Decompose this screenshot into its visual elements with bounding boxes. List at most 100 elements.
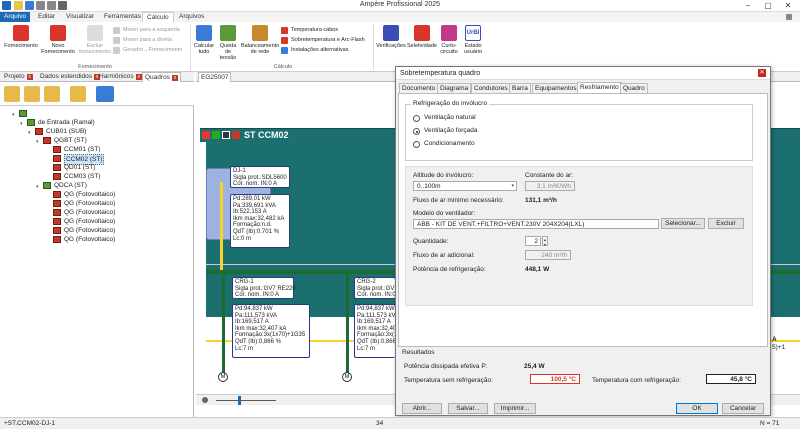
menu-ferramentas[interactable]: Ferramentas [100,12,145,22]
fluxo-adicional-field[interactable]: 240 m³/h [525,250,571,260]
menu-visualizar[interactable]: Visualizar [62,12,98,22]
excluir-fornecimento-button[interactable]: Excluir fornecimento [78,25,112,55]
panel-icon [53,155,61,162]
dj1-lc: Lc:0 m [233,235,252,242]
close-icon[interactable]: x [135,74,142,80]
curto-circuito-button[interactable]: Curto-circuito [438,25,460,55]
maximize-icon[interactable]: ▢ [758,0,778,12]
lock-icon[interactable] [24,86,40,102]
tree-label: QG (Fotovoltaico) [64,191,116,198]
salvar-button[interactable]: Salvar... [448,403,488,414]
tab-equipamentos[interactable]: Equipamentos [532,83,580,93]
selecionar-button[interactable]: Selecionar... [661,218,705,229]
tab-projeto[interactable]: Projeto x [2,72,35,82]
radio-forcada[interactable] [413,128,420,135]
unlock-all-icon[interactable] [70,86,86,102]
tab-documento[interactable]: Documento [399,83,439,93]
dj1-card-results[interactable]: Pd:289,01 kW Pa:339,691 kVA Ib:522,153 A… [230,194,290,248]
crg2-pa: Pa:111,573 kVA [357,312,400,319]
mover-direita-button[interactable]: Mover para a direita [113,36,172,45]
dj1-pd: Pd:289,01 kW [233,196,271,202]
tab-diagrama[interactable]: Diagrama [437,83,472,93]
close-icon[interactable]: ✕ [778,0,798,12]
menu-arquivo[interactable]: Arquivo [0,12,31,22]
tab-quadro[interactable]: Quadro [620,83,648,93]
calcular-tudo-button[interactable]: Calcular tudo [193,25,215,55]
ok-button[interactable]: OK [676,403,718,414]
minimize-icon[interactable]: – [738,0,758,12]
excluir-button[interactable]: Excluir [708,218,744,229]
crg1-card-header[interactable]: CRG-1 Sigla prot.:GV7 RE220 Cor. nom. IN… [232,277,296,299]
pv-icon [53,218,61,225]
temp-com-field: 45,8 °C [706,374,756,384]
sobretemperatura-button[interactable]: Sobretemperatura e Arc-Flash [281,36,365,45]
tab-dados-estendidos[interactable]: Dados estendidos x [38,72,102,82]
fornecimento-label: Fornecimento [4,43,38,49]
box-icon [222,131,230,139]
altitude-select[interactable]: 0..100m ▾ [413,181,517,191]
temp-sem-field: 100,5 °C [530,374,580,384]
dj1-card-header[interactable]: DJ-1 Sigla prot.:SDL5600 Cor. nom. IN:0 … [230,166,290,188]
temperatura-cabos-button[interactable]: Temperatura cabos [281,26,338,35]
close-icon[interactable]: x [26,74,33,80]
instalacoes-alternativas-button[interactable]: Instalações alternativas [281,46,348,55]
estado-usuario-button[interactable]: UrBI Estado usuário [461,25,485,55]
crg1-ikm: Ikm max:32,407 kA [235,325,287,332]
crg2-card-header[interactable]: CRG-2 Sigla prot.:GV7 Cor. nom. IN:0 A [354,277,401,299]
menu-arquivos[interactable]: Arquivos [175,12,208,22]
imprimir-button[interactable]: Imprimir... [494,403,536,414]
tab-harmonicos[interactable]: Harmônicos x [97,72,144,82]
gerador-fornecimento-button[interactable]: Gerador→Fornecimento [113,46,182,55]
crg1-formacao: Formação:3x(1x70)+1G35 [235,332,306,339]
mover-esquerda-button[interactable]: Mover para a esquerda [113,26,180,35]
zoom-slider-handle[interactable] [238,396,241,405]
balanceamento-button[interactable]: Balanceamento de rede [241,25,279,55]
queda-tensao-button[interactable]: Queda de tensão [216,25,240,61]
novo-fornecimento-button[interactable]: Novo Fornecimento [40,25,76,55]
quantity-stepper[interactable]: ▴ ▾ [542,236,548,247]
constante-field[interactable]: 3,1 m³K/Wh [525,181,575,191]
zoom-slider-track[interactable] [216,400,276,401]
collapse-icon[interactable]: ▾ [36,183,39,192]
feeder-line-1 [222,274,225,374]
delete-supply-icon [87,25,103,41]
ribbon-options-icon[interactable] [786,14,792,20]
print-icon[interactable] [96,86,114,102]
verificacoes-button[interactable]: Verificações [376,25,406,49]
crg2-sigla: Sigla prot.:GV7 [357,285,398,292]
modelo-label: Modelo do ventilador: [413,210,476,217]
modelo-field[interactable]: ABB - KIT DE VENT.+FILTRO+VENT.230V 204X… [413,219,659,229]
close-icon[interactable]: x [171,75,178,81]
crg2-card-results[interactable]: Pd:94,837 kW Pa:111,573 kVA Ib:169,517 A… [354,304,400,358]
pv-icon [53,191,61,198]
tab-drawing[interactable]: EG25007 [198,72,232,82]
tab-quadros[interactable]: Quadros x [142,72,181,82]
menu-calculo[interactable]: Cálculo [142,12,174,22]
menu-editar[interactable]: Editar [34,12,59,22]
collapse-icon[interactable]: ▾ [28,129,31,138]
collapse-icon[interactable]: ▾ [12,111,15,120]
quantidade-field[interactable]: 2 [525,236,541,246]
collapse-icon[interactable]: ▾ [36,138,39,147]
collapse-icon[interactable]: ▾ [20,120,23,129]
zoom-icon[interactable] [202,397,208,403]
tab-barra[interactable]: Barra [509,83,531,93]
crg2-qdt: QdT (Ib):0,866 [357,338,396,345]
close-icon[interactable]: ✕ [758,69,766,77]
feeder-line-2 [346,274,349,374]
cancelar-button[interactable]: Cancelar [722,403,764,414]
seletividade-button[interactable]: Seletividade [407,25,437,49]
fornecimento-button[interactable]: Fornecimento [4,25,38,49]
radio-condicionamento[interactable] [413,141,420,148]
unlock-icon[interactable] [4,86,20,102]
crg1-card-results[interactable]: Pd:94,837 kW Pa:111,573 kVA Ib:169,517 A… [232,304,310,358]
tree-label: QGBT (ST) [54,137,87,144]
radio-natural-label: Ventilação natural [424,114,476,121]
abrir-button[interactable]: Abrir... [402,403,442,414]
lock-all-icon[interactable] [44,86,60,102]
clipped-text-2: 5)+1 [772,344,786,351]
potencia-value: 448,1 W [525,266,550,273]
tab-condutores[interactable]: Condutores [471,83,511,93]
radio-natural[interactable] [413,115,420,122]
crg1-pd: Pd:94,837 kW [235,306,273,312]
